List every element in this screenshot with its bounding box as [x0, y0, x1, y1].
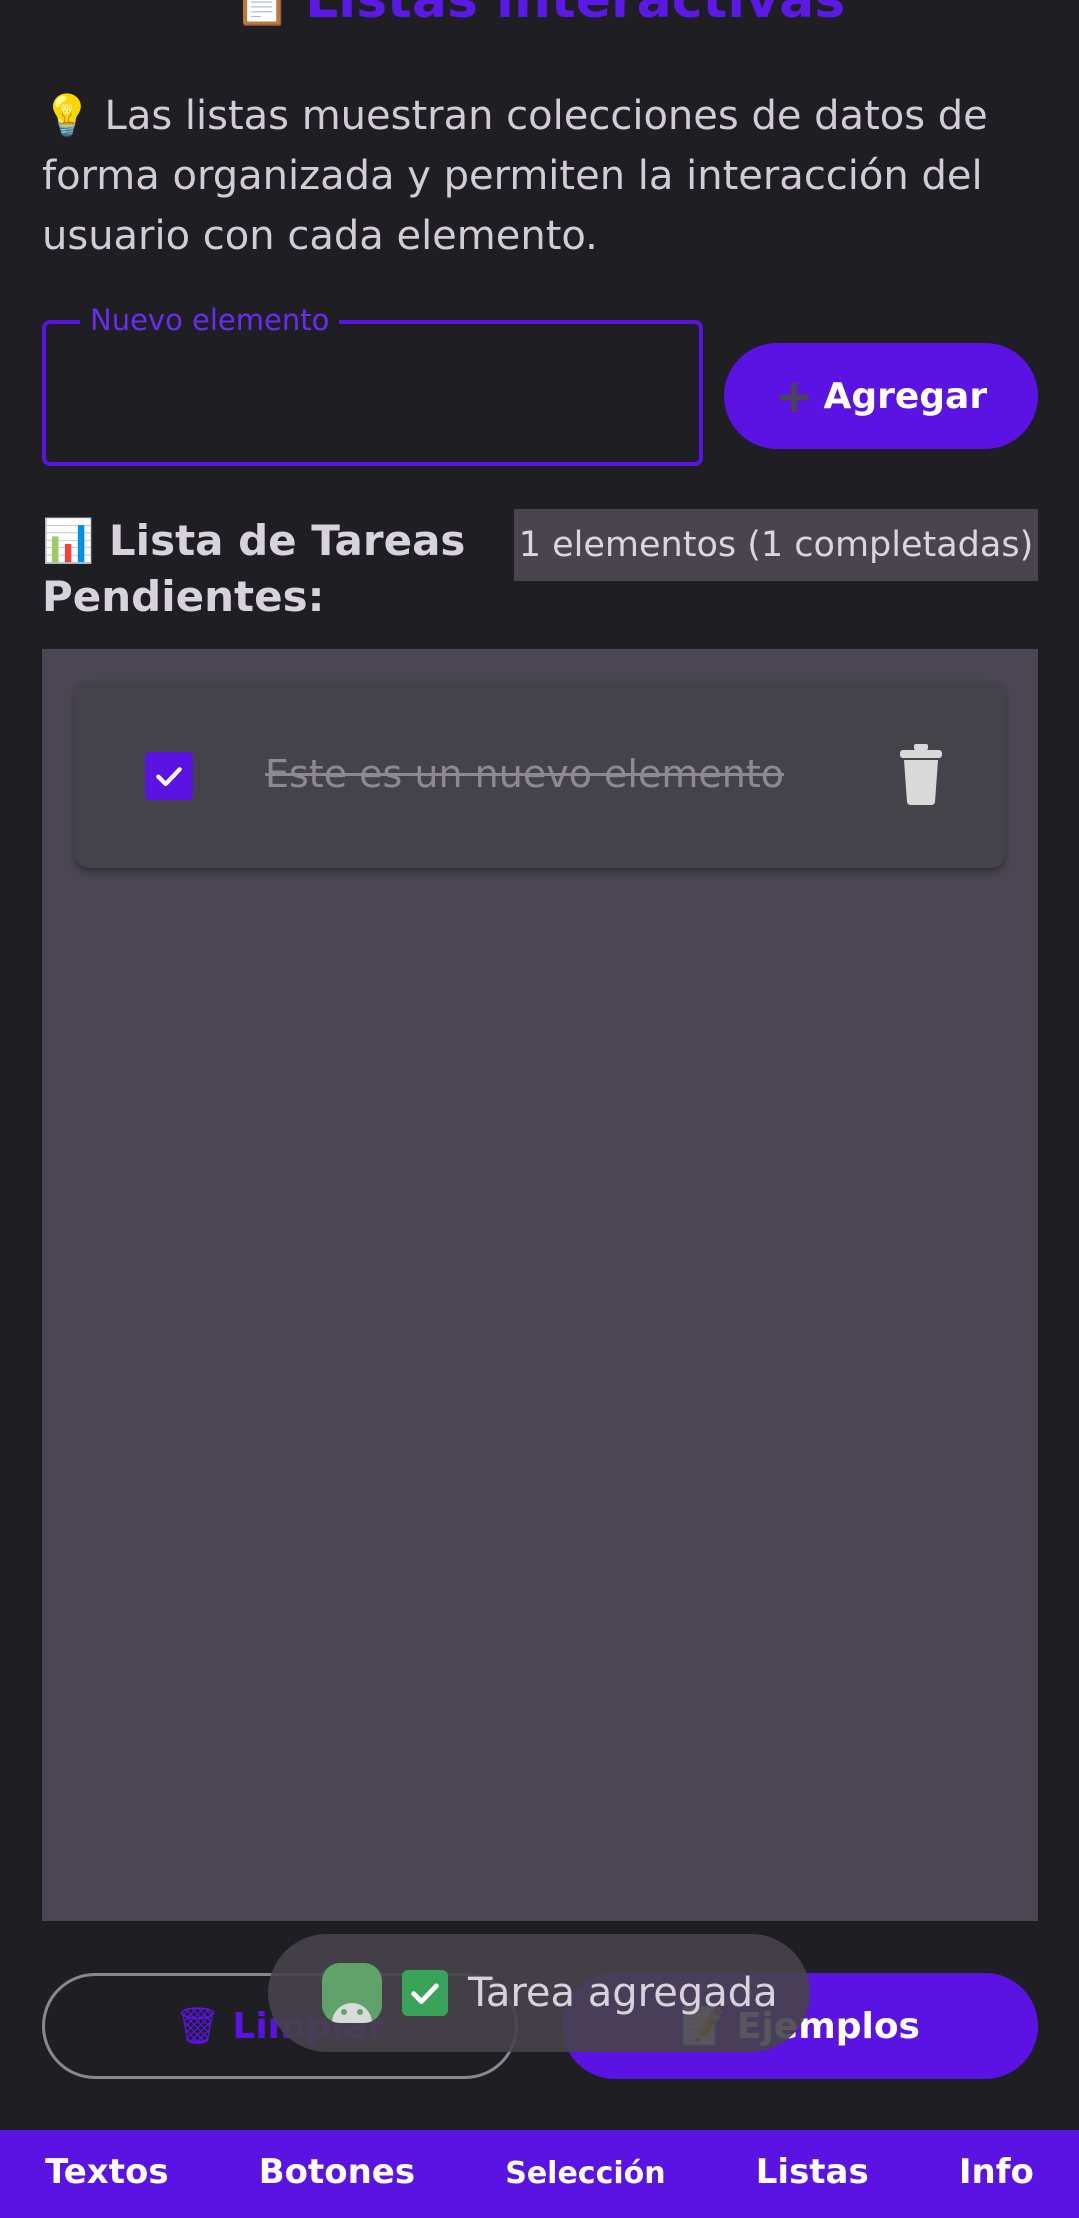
- add-button-label: Agregar: [823, 375, 988, 417]
- list-item[interactable]: Este es un nuevo elemento: [75, 682, 1005, 868]
- bar-chart-icon: 📊: [42, 516, 95, 565]
- tab-info[interactable]: Info: [959, 2130, 1034, 2192]
- trash-icon[interactable]: [897, 742, 945, 806]
- list-title-text: Lista de Tareas Pendientes:: [42, 516, 466, 621]
- check-mark-icon: [156, 767, 182, 787]
- intro-text: 💡 Las listas muestran colecciones de dat…: [42, 86, 1042, 266]
- new-item-label: Nuevo elemento: [80, 300, 340, 340]
- add-button[interactable]: + Agregar: [724, 343, 1038, 449]
- tab-seleccion[interactable]: Selección: [505, 2130, 665, 2191]
- new-item-input[interactable]: [46, 324, 699, 462]
- count-badge: 1 elementos (1 completadas): [514, 509, 1038, 581]
- list-title: 📊 Lista de Tareas Pendientes:: [42, 513, 502, 625]
- page-title-text: Listas interactivas: [305, 0, 846, 30]
- new-item-field[interactable]: Nuevo elemento: [42, 300, 703, 466]
- check-mark-icon: [402, 1970, 448, 2016]
- light-bulb-icon: 💡: [42, 93, 92, 139]
- item-text: Este es un nuevo elemento: [265, 752, 784, 796]
- bottom-nav: Textos Botones Selección Listas Info: [0, 2130, 1079, 2218]
- tab-textos[interactable]: Textos: [45, 2130, 169, 2192]
- clipboard-icon: 📋: [233, 0, 292, 28]
- android-icon: [322, 1963, 382, 2023]
- item-checkbox[interactable]: [145, 752, 193, 800]
- plus-icon: +: [774, 369, 814, 423]
- wastebasket-icon: 🗑: [174, 2006, 221, 2047]
- toast-text: Tarea agregada: [468, 1970, 778, 2016]
- intro-description: Las listas muestran colecciones de datos…: [42, 93, 988, 259]
- task-list: Este es un nuevo elemento: [42, 649, 1038, 1921]
- count-text: 1 elementos (1 completadas): [518, 525, 1034, 565]
- toast: Tarea agregada: [268, 1934, 810, 2052]
- page-title: 📋 Listas interactivas: [0, 0, 1079, 30]
- tab-listas[interactable]: Listas: [756, 2130, 869, 2192]
- tab-botones[interactable]: Botones: [259, 2130, 415, 2192]
- android-head-shape: [332, 2003, 372, 2023]
